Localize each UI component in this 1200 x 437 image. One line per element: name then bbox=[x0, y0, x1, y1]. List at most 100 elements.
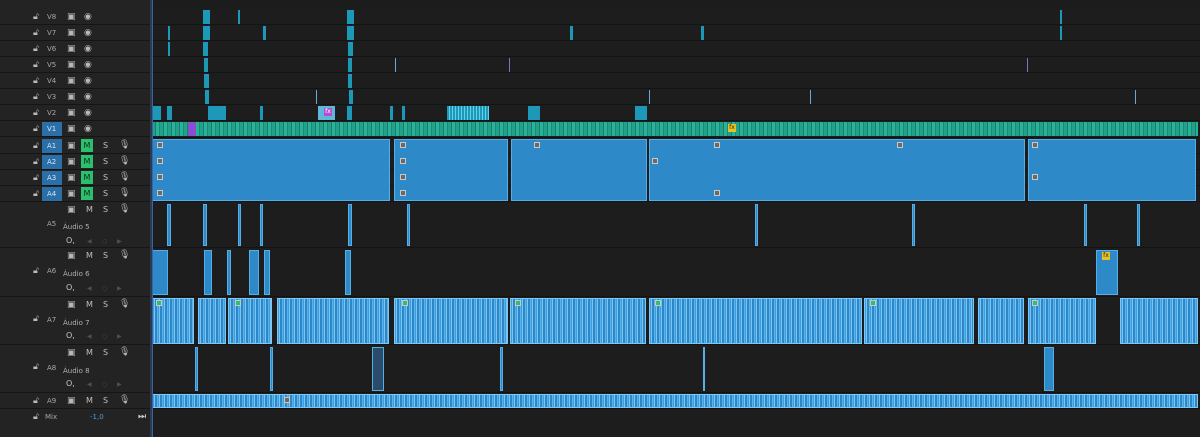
film-icon[interactable]: ▣ bbox=[67, 93, 76, 102]
lock-icon[interactable]: 🔓︎ bbox=[33, 77, 39, 86]
video-clip[interactable] bbox=[447, 106, 489, 120]
video-clip[interactable] bbox=[390, 106, 393, 120]
audio-clip[interactable] bbox=[227, 250, 231, 295]
prev-keyframe-icon[interactable]: ◀ bbox=[87, 237, 92, 247]
solo-button[interactable]: S bbox=[103, 141, 108, 151]
eye-icon[interactable]: ◉ bbox=[84, 13, 92, 22]
audio-clip[interactable] bbox=[978, 298, 1024, 344]
eye-icon[interactable]: ◉ bbox=[84, 45, 92, 54]
lock-icon[interactable]: 🔓︎ bbox=[33, 45, 39, 54]
mic-icon[interactable]: 🎙︎ bbox=[119, 173, 130, 182]
lane-v6[interactable] bbox=[152, 41, 1200, 57]
mute-button[interactable]: M bbox=[81, 171, 93, 184]
lock-icon[interactable]: 🔓︎ bbox=[33, 109, 39, 118]
film-icon[interactable]: ▣ bbox=[67, 206, 76, 215]
lane-a6[interactable] bbox=[152, 248, 1200, 297]
solo-button[interactable]: S bbox=[103, 396, 108, 406]
lane-a5[interactable] bbox=[152, 202, 1200, 248]
video-clip[interactable] bbox=[188, 122, 196, 136]
mic-icon[interactable]: 🎙︎ bbox=[119, 157, 130, 166]
film-icon[interactable]: ▣ bbox=[67, 349, 76, 358]
audio-clip[interactable] bbox=[407, 204, 410, 246]
lock-icon[interactable]: 🔓︎ bbox=[33, 413, 39, 422]
audio-clip-group[interactable] bbox=[649, 139, 1025, 201]
solo-button[interactable]: S bbox=[103, 251, 108, 261]
video-clip[interactable] bbox=[528, 106, 540, 120]
video-clip[interactable] bbox=[348, 58, 352, 72]
video-clip[interactable] bbox=[204, 74, 209, 88]
mute-button[interactable]: M bbox=[81, 187, 93, 200]
next-keyframe-icon[interactable]: ▶ bbox=[117, 332, 122, 342]
lock-icon[interactable]: 🔓︎ bbox=[33, 29, 39, 38]
prev-keyframe-icon[interactable]: ◀ bbox=[87, 332, 92, 342]
mute-button[interactable]: M bbox=[81, 155, 93, 168]
lock-icon[interactable]: 🔓︎ bbox=[33, 363, 39, 372]
volume-knob[interactable]: O, bbox=[66, 331, 75, 341]
video-clip[interactable] bbox=[701, 26, 704, 40]
film-icon[interactable]: ▣ bbox=[67, 174, 76, 183]
audio-clip-group[interactable] bbox=[1028, 139, 1196, 201]
audio-clip[interactable] bbox=[372, 347, 384, 391]
video-clip[interactable] bbox=[348, 42, 353, 56]
next-keyframe-icon[interactable]: ▶ bbox=[117, 284, 122, 294]
film-icon[interactable]: ▣ bbox=[67, 158, 76, 167]
lock-icon[interactable]: 🔓︎ bbox=[33, 158, 39, 167]
mute-button[interactable]: M bbox=[86, 300, 93, 310]
film-icon[interactable]: ▣ bbox=[67, 125, 76, 134]
audio-clip[interactable] bbox=[277, 298, 389, 344]
video-clip[interactable] bbox=[203, 42, 208, 56]
volume-knob[interactable]: O, bbox=[66, 379, 75, 389]
solo-button[interactable]: S bbox=[103, 300, 108, 310]
video-clip[interactable] bbox=[168, 26, 170, 40]
audio-clip[interactable] bbox=[260, 204, 263, 246]
film-icon[interactable]: ▣ bbox=[67, 109, 76, 118]
film-icon[interactable]: ▣ bbox=[67, 45, 76, 54]
audio-clip-group[interactable] bbox=[152, 139, 390, 201]
audio-clip[interactable] bbox=[345, 250, 351, 295]
audio-clip[interactable] bbox=[703, 347, 705, 391]
audio-clip[interactable] bbox=[649, 298, 862, 344]
audio-clip[interactable] bbox=[195, 347, 198, 391]
prev-keyframe-icon[interactable]: ◀ bbox=[87, 284, 92, 294]
video-clip[interactable] bbox=[347, 106, 352, 120]
add-keyframe-icon[interactable]: ○ bbox=[102, 332, 107, 342]
video-clip[interactable] bbox=[263, 26, 266, 40]
audio-clip[interactable] bbox=[1084, 204, 1087, 246]
audio-clip[interactable] bbox=[348, 204, 352, 246]
mix-volume-value[interactable]: -1,0 bbox=[90, 412, 104, 422]
audio-clip[interactable] bbox=[249, 250, 259, 295]
lane-v5[interactable] bbox=[152, 57, 1200, 73]
video-clip[interactable] bbox=[168, 42, 170, 56]
lane-v2[interactable] bbox=[152, 105, 1200, 121]
solo-button[interactable]: S bbox=[103, 205, 108, 215]
audio-clip[interactable] bbox=[864, 298, 974, 344]
mic-icon[interactable]: 🎙︎ bbox=[119, 141, 130, 150]
video-clip[interactable] bbox=[349, 90, 353, 104]
volume-knob[interactable]: O, bbox=[66, 236, 75, 246]
video-clip[interactable] bbox=[402, 106, 405, 120]
audio-clip-group[interactable] bbox=[511, 139, 647, 201]
lock-icon[interactable]: 🔓︎ bbox=[33, 61, 39, 70]
video-clip[interactable] bbox=[348, 74, 352, 88]
lock-icon[interactable]: 🔓︎ bbox=[33, 190, 39, 199]
mute-button[interactable]: M bbox=[81, 139, 93, 152]
film-icon[interactable]: ▣ bbox=[67, 29, 76, 38]
video-clip[interactable] bbox=[208, 106, 226, 120]
next-keyframe-icon[interactable]: ▶ bbox=[117, 380, 122, 390]
video-clip[interactable] bbox=[347, 26, 354, 40]
video-clip[interactable] bbox=[205, 90, 209, 104]
video-clip[interactable] bbox=[347, 10, 354, 24]
lock-icon[interactable]: 🔓︎ bbox=[33, 93, 39, 102]
audio-clip[interactable] bbox=[1120, 298, 1198, 344]
add-keyframe-icon[interactable]: ○ bbox=[102, 284, 107, 294]
mute-button[interactable]: M bbox=[86, 396, 93, 406]
audio-clip[interactable] bbox=[500, 347, 503, 391]
solo-button[interactable]: S bbox=[103, 189, 108, 199]
eye-icon[interactable]: ◉ bbox=[84, 61, 92, 70]
video-clip[interactable] bbox=[570, 26, 573, 40]
film-icon[interactable]: ▣ bbox=[67, 397, 76, 406]
audio-clip[interactable] bbox=[152, 250, 168, 295]
audio-clip[interactable] bbox=[203, 204, 207, 246]
audio-clip[interactable] bbox=[394, 298, 508, 344]
film-icon[interactable]: ▣ bbox=[67, 77, 76, 86]
